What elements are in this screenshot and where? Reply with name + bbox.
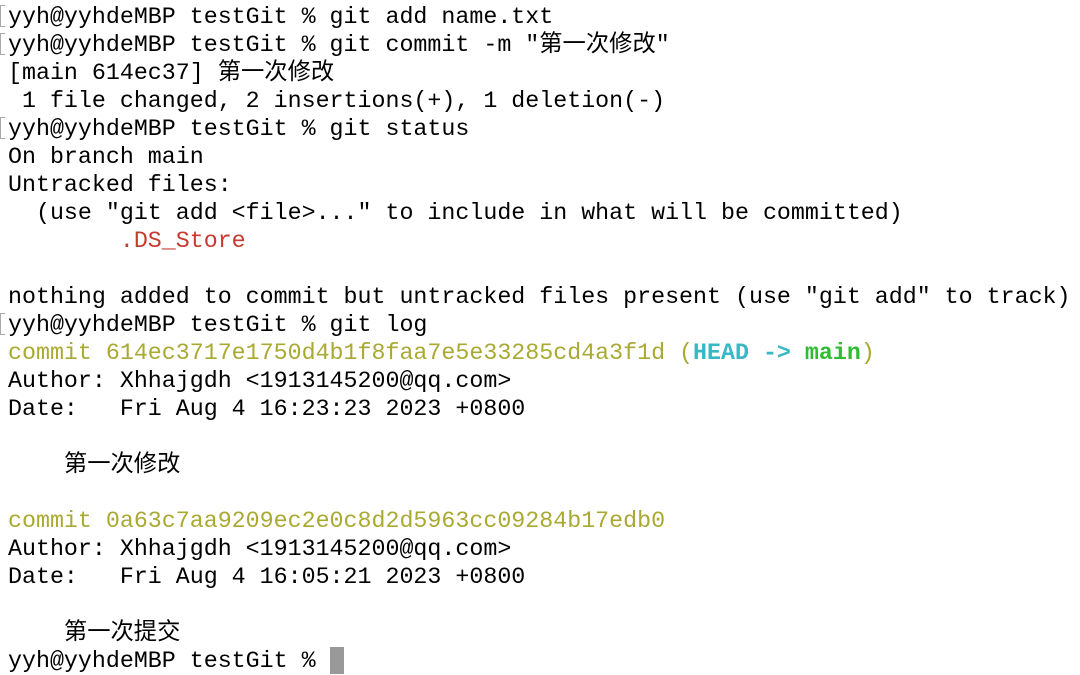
output-line: [main 614ec37] 第一次修改 xyxy=(8,59,1071,87)
output-line: 1 file changed, 2 insertions(+), 1 delet… xyxy=(8,87,1071,115)
text-segment: Untracked files: xyxy=(8,172,232,198)
output-line: On branch main xyxy=(8,143,1071,171)
prompt-line: yyh@yyhdeMBP testGit % git status xyxy=(0,115,1071,143)
prompt-mark-icon xyxy=(0,5,5,27)
text-segment: main xyxy=(804,340,861,366)
output-line: Author: Xhhajgdh <1913145200@qq.com> xyxy=(8,367,1071,395)
text-segment: yyh@yyhdeMBP testGit % git log xyxy=(8,312,428,338)
output-line: Untracked files: xyxy=(8,171,1071,199)
prompt-mark-icon xyxy=(0,313,5,335)
text-segment: nothing added to commit but untracked fi… xyxy=(8,284,1071,310)
text-segment: 第一次修改 xyxy=(8,452,181,478)
output-line: 第一次修改 xyxy=(8,451,1071,479)
text-segment: Date: Fri Aug 4 16:23:23 2023 +0800 xyxy=(8,396,526,422)
prompt-mark-icon xyxy=(0,33,5,55)
output-line: nothing added to commit but untracked fi… xyxy=(8,283,1071,311)
output-line: yyh@yyhdeMBP testGit % xyxy=(8,647,1071,675)
output-line: Date: Fri Aug 4 16:23:23 2023 +0800 xyxy=(8,395,1071,423)
text-segment: Date: Fri Aug 4 16:05:21 2023 +0800 xyxy=(8,564,526,590)
text-segment: HEAD -> xyxy=(693,340,805,366)
text-segment xyxy=(8,228,120,254)
output-line: Date: Fri Aug 4 16:05:21 2023 +0800 xyxy=(8,563,1071,591)
text-segment: On branch main xyxy=(8,144,204,170)
text-segment: Author: Xhhajgdh <1913145200@qq.com> xyxy=(8,368,512,394)
output-line: commit 0a63c7aa9209ec2e0c8d2d5963cc09284… xyxy=(8,507,1071,535)
text-segment: [main 614ec37] 第一次修改 xyxy=(8,60,335,86)
cursor[interactable] xyxy=(329,647,344,674)
text-segment: commit 614ec3717e1750d4b1f8faa7e5e33285c… xyxy=(8,340,694,366)
text-segment: Author: Xhhajgdh <1913145200@qq.com> xyxy=(8,536,512,562)
text-segment: yyh@yyhdeMBP testGit % xyxy=(8,648,330,674)
text-segment: (use "git add <file>..." to include in w… xyxy=(8,200,903,226)
output-line: Author: Xhhajgdh <1913145200@qq.com> xyxy=(8,535,1071,563)
text-segment: 1 file changed, 2 insertions(+), 1 delet… xyxy=(8,88,666,114)
output-line: (use "git add <file>..." to include in w… xyxy=(8,199,1071,227)
prompt-line: yyh@yyhdeMBP testGit % git add name.txt xyxy=(0,3,1071,31)
output-line: commit 614ec3717e1750d4b1f8faa7e5e33285c… xyxy=(8,339,1071,367)
output-line: 第一次提交 xyxy=(8,619,1071,647)
text-segment: yyh@yyhdeMBP testGit % git add name.txt xyxy=(8,4,554,30)
text-segment: yyh@yyhdeMBP testGit % git commit -m "第一… xyxy=(8,32,670,58)
terminal-output[interactable]: yyh@yyhdeMBP testGit % git add name.txt y… xyxy=(0,3,1071,675)
prompt-line: yyh@yyhdeMBP testGit % git commit -m "第一… xyxy=(0,31,1071,59)
output-line: .DS_Store xyxy=(8,227,1071,255)
text-segment: ) xyxy=(860,340,875,366)
text-segment: 第一次提交 xyxy=(8,620,181,646)
prompt-mark-icon xyxy=(0,117,5,139)
text-segment: commit 0a63c7aa9209ec2e0c8d2d5963cc09284… xyxy=(8,508,666,534)
text-segment: .DS_Store xyxy=(119,228,246,254)
text-segment: yyh@yyhdeMBP testGit % git status xyxy=(8,116,470,142)
prompt-line: yyh@yyhdeMBP testGit % git log xyxy=(0,311,1071,339)
